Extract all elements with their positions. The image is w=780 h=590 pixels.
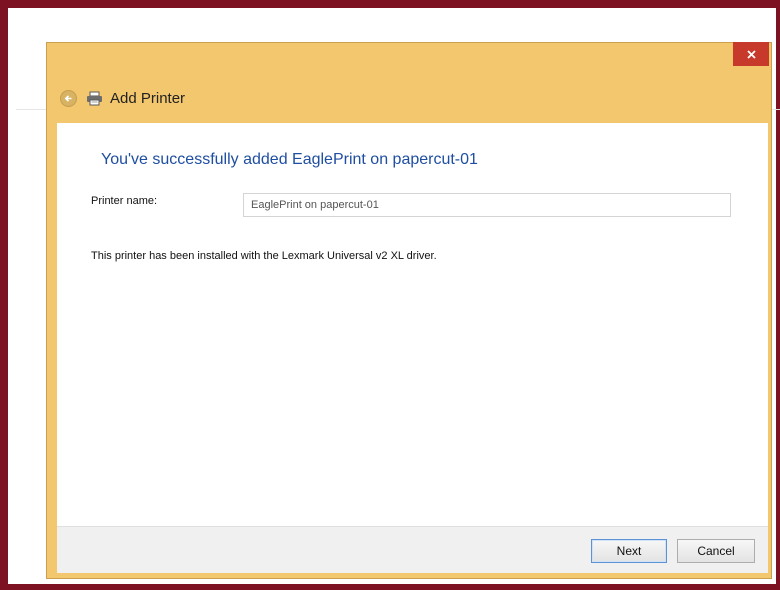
- screenshot-frame: Add Printer You've successfully added Ea…: [0, 0, 780, 590]
- printer-name-input[interactable]: [243, 193, 731, 217]
- cancel-button[interactable]: Cancel: [677, 539, 755, 563]
- success-heading: You've successfully added EaglePrint on …: [101, 151, 478, 168]
- close-icon: [746, 49, 756, 59]
- back-button[interactable]: [60, 89, 77, 107]
- next-button[interactable]: Next: [591, 539, 667, 563]
- dialog-footer: Next Cancel: [57, 526, 768, 573]
- close-button[interactable]: [733, 42, 769, 66]
- dialog-content: You've successfully added EaglePrint on …: [57, 123, 768, 526]
- back-arrow-icon: [64, 94, 72, 102]
- printer-name-label: Printer name:: [91, 195, 158, 207]
- dialog-title: Add Printer: [110, 89, 186, 107]
- add-printer-dialog: Add Printer You've successfully added Ea…: [46, 42, 772, 579]
- driver-message: This printer has been installed with the…: [91, 250, 437, 262]
- dialog-header: Add Printer: [60, 85, 185, 111]
- printer-icon: [86, 90, 104, 106]
